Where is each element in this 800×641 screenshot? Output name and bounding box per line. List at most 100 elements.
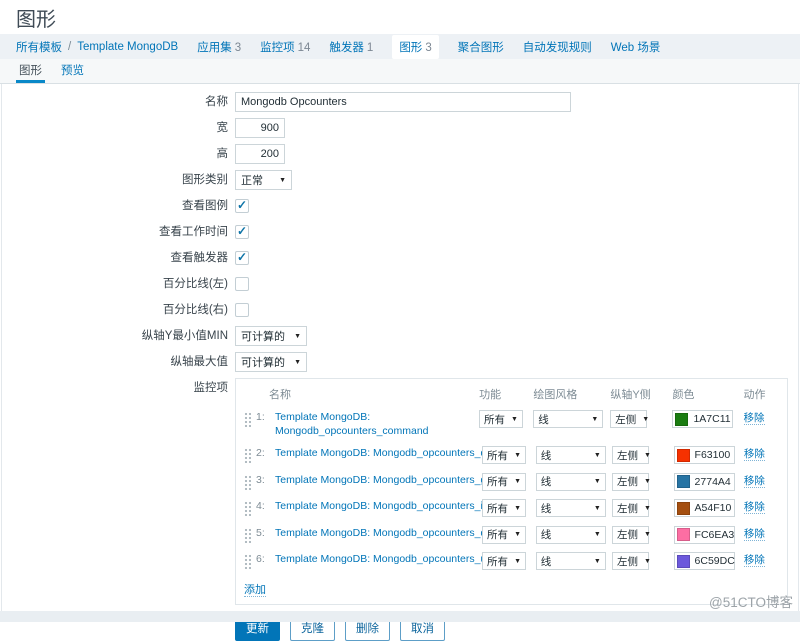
width-input[interactable]	[235, 118, 285, 138]
breadcrumb-template-link[interactable]: Template MongoDB	[77, 41, 178, 53]
show-triggers-checkbox[interactable]	[235, 251, 249, 265]
nav-count: 1	[367, 42, 373, 54]
nav-item-web-scenarios[interactable]: Web 场景	[611, 39, 661, 55]
chevron-down-icon: ▼	[642, 416, 649, 423]
item-color-input[interactable]: 1A7C11	[672, 410, 733, 428]
item-side-value: 左侧	[617, 501, 638, 516]
color-hex: 6C59DC	[695, 555, 735, 567]
item-remove-link[interactable]: 移除	[744, 554, 765, 567]
form-row-show-legend: 查看图例	[18, 196, 782, 216]
color-swatch	[677, 555, 690, 568]
item-link[interactable]: Template MongoDB: Mongodb_opcounters_upd…	[275, 552, 513, 566]
item-color-input[interactable]: A54F10	[674, 499, 735, 517]
item-remove-link[interactable]: 移除	[744, 448, 765, 461]
chevron-down-icon: ▼	[511, 416, 518, 423]
item-draw-style-select[interactable]: 线 ▼	[536, 552, 606, 570]
form-row-percentile-right: 百分比线(右)	[18, 300, 782, 320]
item-color-input[interactable]: F63100	[674, 446, 735, 464]
chevron-down-icon: ▼	[294, 359, 301, 366]
color-swatch	[677, 449, 690, 462]
color-hex: 2774A4	[695, 476, 731, 488]
tab-preview[interactable]: 预览	[58, 57, 87, 83]
item-row: 5: Template MongoDB: Mongodb_opcounters_…	[244, 526, 783, 545]
item-link[interactable]: Template MongoDB: Mongodb_opcounters_del…	[275, 446, 509, 460]
item-link[interactable]: Template MongoDB: Mongodb_opcounters_com…	[275, 410, 443, 438]
drag-handle[interactable]	[244, 528, 251, 543]
item-link[interactable]: Template MongoDB: Mongodb_opcounters_ins…	[275, 499, 506, 513]
add-item-link[interactable]: 添加	[244, 584, 266, 597]
item-function-select[interactable]: 所有 ▼	[479, 410, 523, 428]
item-remove-link[interactable]: 移除	[744, 475, 765, 488]
column-header-function: 功能	[479, 386, 533, 402]
nav-item-screens[interactable]: 聚合图形	[458, 39, 504, 55]
chevron-down-icon: ▼	[594, 452, 601, 459]
graph-type-select[interactable]: 正常 ▼	[235, 170, 292, 190]
item-number: 2:	[256, 446, 271, 460]
form-row-height: 高	[18, 144, 782, 164]
item-color-input[interactable]: 6C59DC	[674, 552, 735, 570]
form-row-name: 名称	[18, 92, 782, 112]
items-table-header: 名称 功能 绘图风格 纵轴Y侧 颜色 动作	[244, 386, 783, 402]
percentile-right-checkbox[interactable]	[235, 303, 249, 317]
breadcrumb: 所有模板 / Template MongoDB 应用集3 监控项14 触发器1 …	[0, 34, 800, 59]
height-input[interactable]	[235, 144, 285, 164]
show-legend-checkbox[interactable]	[235, 199, 249, 213]
item-remove-link[interactable]: 移除	[744, 528, 765, 541]
item-function-select[interactable]: 所有 ▼	[482, 526, 526, 544]
item-function-select[interactable]: 所有 ▼	[482, 446, 526, 464]
color-swatch	[677, 475, 690, 488]
show-working-time-checkbox[interactable]	[235, 225, 249, 239]
item-color-input[interactable]: FC6EA3	[674, 526, 735, 544]
drag-handle[interactable]	[244, 554, 251, 569]
chevron-down-icon: ▼	[594, 505, 601, 512]
drag-handle[interactable]	[244, 448, 251, 463]
item-row: 1: Template MongoDB: Mongodb_opcounters_…	[244, 410, 783, 438]
nav-item-applications[interactable]: 应用集3	[197, 39, 241, 55]
tab-graph[interactable]: 图形	[16, 57, 45, 83]
item-row: 2: Template MongoDB: Mongodb_opcounters_…	[244, 446, 783, 465]
form-row-percentile-left: 百分比线(左)	[18, 274, 782, 294]
drag-handle[interactable]	[244, 475, 251, 490]
nav-item-triggers[interactable]: 触发器1	[329, 39, 373, 55]
percentile-left-checkbox[interactable]	[235, 277, 249, 291]
item-draw-style-select[interactable]: 线 ▼	[536, 499, 606, 517]
item-function-select[interactable]: 所有 ▼	[482, 473, 526, 491]
nav-item-graphs[interactable]: 图形3	[392, 35, 438, 59]
nav-count: 3	[425, 42, 431, 54]
item-style-value: 线	[541, 527, 552, 542]
item-style-value: 线	[538, 412, 549, 427]
item-color-input[interactable]: 2774A4	[674, 473, 735, 491]
item-function-value: 所有	[487, 554, 508, 569]
item-remove-link[interactable]: 移除	[744, 412, 765, 425]
drag-handle[interactable]	[244, 501, 251, 516]
name-input[interactable]	[235, 92, 571, 112]
item-y-side-select[interactable]: 左侧 ▼	[612, 526, 649, 544]
show-triggers-label: 查看触发器	[18, 248, 228, 268]
y-min-select[interactable]: 可计算的 ▼	[235, 326, 307, 346]
form-row-y-max: 纵轴最大值 可计算的 ▼	[18, 352, 782, 372]
y-max-select[interactable]: 可计算的 ▼	[235, 352, 307, 372]
item-link[interactable]: Template MongoDB: Mongodb_opcounters_que…	[275, 526, 507, 540]
item-function-select[interactable]: 所有 ▼	[482, 552, 526, 570]
drag-handle[interactable]	[244, 412, 251, 427]
item-y-side-select[interactable]: 左侧 ▼	[612, 446, 649, 464]
item-draw-style-select[interactable]: 线 ▼	[536, 526, 606, 544]
item-y-side-select[interactable]: 左侧 ▼	[612, 552, 649, 570]
item-y-side-select[interactable]: 左侧 ▼	[610, 410, 647, 428]
item-remove-link[interactable]: 移除	[744, 501, 765, 514]
item-draw-style-select[interactable]: 线 ▼	[536, 446, 606, 464]
column-header-name: 名称	[244, 386, 479, 402]
chevron-down-icon: ▼	[514, 478, 521, 485]
item-draw-style-select[interactable]: 线 ▼	[533, 410, 603, 428]
item-side-value: 左侧	[617, 554, 638, 569]
breadcrumb-all-templates-link[interactable]: 所有模板	[16, 39, 62, 55]
item-y-side-select[interactable]: 左侧 ▼	[612, 499, 649, 517]
form-row-show-working-time: 查看工作时间	[18, 222, 782, 242]
51cto-watermark: @51CTO博客	[709, 591, 793, 611]
item-y-side-select[interactable]: 左侧 ▼	[612, 473, 649, 491]
item-function-select[interactable]: 所有 ▼	[482, 499, 526, 517]
nav-item-items[interactable]: 监控项14	[260, 39, 310, 55]
breadcrumb-separator: /	[68, 41, 71, 53]
nav-item-discovery-rules[interactable]: 自动发现规则	[523, 39, 592, 55]
item-draw-style-select[interactable]: 线 ▼	[536, 473, 606, 491]
